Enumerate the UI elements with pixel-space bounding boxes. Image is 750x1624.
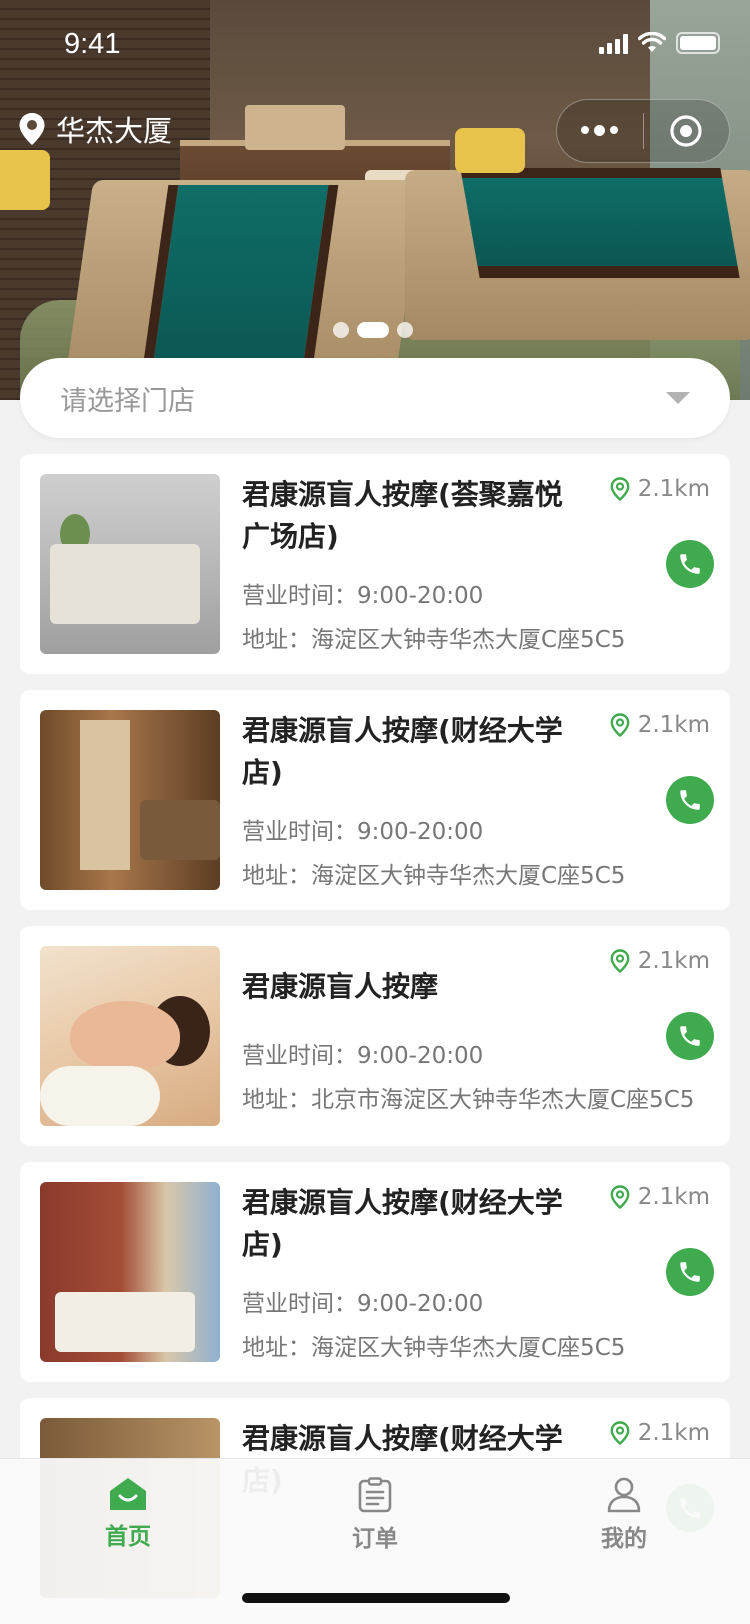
call-store-button[interactable] xyxy=(666,1248,714,1296)
store-thumbnail xyxy=(40,710,220,890)
store-distance: 2.1km xyxy=(610,1420,710,1446)
store-list: 君康源盲人按摩(荟聚嘉悦广场店) 2.1km 营业时间：9:00-20:00 地… xyxy=(20,454,730,1624)
store-address: 地址：海淀区大钟寺华杰大厦C座5C5 xyxy=(242,627,626,653)
status-bar: 9:41 xyxy=(0,0,750,88)
store-name: 君康源盲人按摩 xyxy=(242,970,439,1003)
location-pin-outline-icon xyxy=(610,713,630,737)
store-address: 地址：海淀区大钟寺华杰大厦C座5C5 xyxy=(242,863,626,889)
store-distance: 2.1km xyxy=(610,476,710,502)
carousel-indicator xyxy=(333,322,413,338)
store-thumbnail xyxy=(40,1182,220,1362)
carousel-dot xyxy=(333,322,349,338)
store-thumbnail xyxy=(40,474,220,654)
store-hours: 营业时间：9:00-20:00 xyxy=(242,1291,484,1317)
store-distance: 2.1km xyxy=(610,1184,710,1210)
tab-home[interactable]: 首页 xyxy=(68,1477,188,1551)
banner-image-part xyxy=(245,105,345,150)
location-selector[interactable]: 华杰大厦 xyxy=(18,108,172,150)
distance-text: 2.1km xyxy=(637,1420,710,1446)
store-select-dropdown[interactable]: 请选择门店 xyxy=(20,358,730,438)
wifi-icon xyxy=(638,32,666,52)
store-name: 君康源盲人按摩(财经大学店) xyxy=(242,1186,563,1261)
clipboard-icon xyxy=(358,1477,392,1513)
banner-image-part xyxy=(141,185,339,375)
store-select-placeholder: 请选择门店 xyxy=(60,385,195,417)
store-name: 君康源盲人按摩(财经大学店) xyxy=(242,714,563,789)
store-card[interactable]: 君康源盲人按摩(荟聚嘉悦广场店) 2.1km 营业时间：9:00-20:00 地… xyxy=(20,454,730,674)
banner-image-part xyxy=(0,150,50,210)
store-address: 地址：海淀区大钟寺华杰大厦C座5C5 xyxy=(242,1335,626,1361)
call-store-button[interactable] xyxy=(666,776,714,824)
call-store-button[interactable] xyxy=(666,540,714,588)
location-pin-outline-icon xyxy=(610,1421,630,1445)
tab-orders[interactable]: 订单 xyxy=(315,1477,435,1553)
call-store-button[interactable] xyxy=(666,1012,714,1060)
distance-text: 2.1km xyxy=(637,712,710,738)
store-thumbnail xyxy=(40,946,220,1126)
phone-icon xyxy=(680,1262,700,1282)
location-pin-outline-icon xyxy=(610,949,630,973)
battery-icon xyxy=(676,32,720,54)
banner-image-part xyxy=(455,128,525,173)
phone-icon xyxy=(680,1026,700,1046)
store-card[interactable]: 君康源盲人按摩(财经大学店) 2.1km 营业时间：9:00-20:00 地址：… xyxy=(20,1162,730,1382)
tab-profile[interactable]: 我的 xyxy=(564,1477,684,1553)
store-name: 君康源盲人按摩(荟聚嘉悦广场店) xyxy=(242,478,563,553)
phone-icon xyxy=(680,790,700,810)
distance-text: 2.1km xyxy=(637,476,710,502)
store-distance: 2.1km xyxy=(610,712,710,738)
target-circle-icon xyxy=(670,115,702,147)
carousel-dot-active xyxy=(357,322,389,338)
close-miniprogram-button[interactable] xyxy=(644,100,730,162)
store-card[interactable]: 君康源盲人按摩(财经大学店) 2.1km 营业时间：9:00-20:00 地址：… xyxy=(20,690,730,910)
more-dots-icon xyxy=(581,124,619,136)
store-distance: 2.1km xyxy=(610,948,710,974)
tab-label: 我的 xyxy=(601,1526,647,1552)
location-name: 华杰大厦 xyxy=(56,114,173,148)
location-pin-icon xyxy=(19,113,45,145)
store-hours: 营业时间：9:00-20:00 xyxy=(242,819,484,845)
caret-down-icon xyxy=(666,392,690,404)
store-address: 地址：北京市海淀区大钟寺华杰大厦C座5C5 xyxy=(242,1087,695,1113)
carousel-dot xyxy=(397,322,413,338)
status-icons xyxy=(599,32,720,54)
phone-icon xyxy=(680,554,700,574)
status-time: 9:41 xyxy=(64,28,121,60)
home-indicator xyxy=(242,1593,510,1603)
location-pin-outline-icon xyxy=(610,1185,630,1209)
tab-label: 订单 xyxy=(352,1526,398,1552)
user-icon xyxy=(607,1477,641,1513)
store-hours: 营业时间：9:00-20:00 xyxy=(242,1043,484,1069)
distance-text: 2.1km xyxy=(637,948,710,974)
location-pin-outline-icon xyxy=(610,477,630,501)
home-icon xyxy=(110,1478,146,1510)
store-hours: 营业时间：9:00-20:00 xyxy=(242,583,484,609)
store-card[interactable]: 君康源盲人按摩 2.1km 营业时间：9:00-20:00 地址：北京市海淀区大… xyxy=(20,926,730,1146)
cellular-signal-icon xyxy=(599,32,628,54)
more-button[interactable] xyxy=(557,100,643,162)
banner-image-part xyxy=(460,168,740,278)
tab-label: 首页 xyxy=(105,1524,151,1550)
distance-text: 2.1km xyxy=(637,1184,710,1210)
miniprogram-capsule xyxy=(556,99,730,163)
